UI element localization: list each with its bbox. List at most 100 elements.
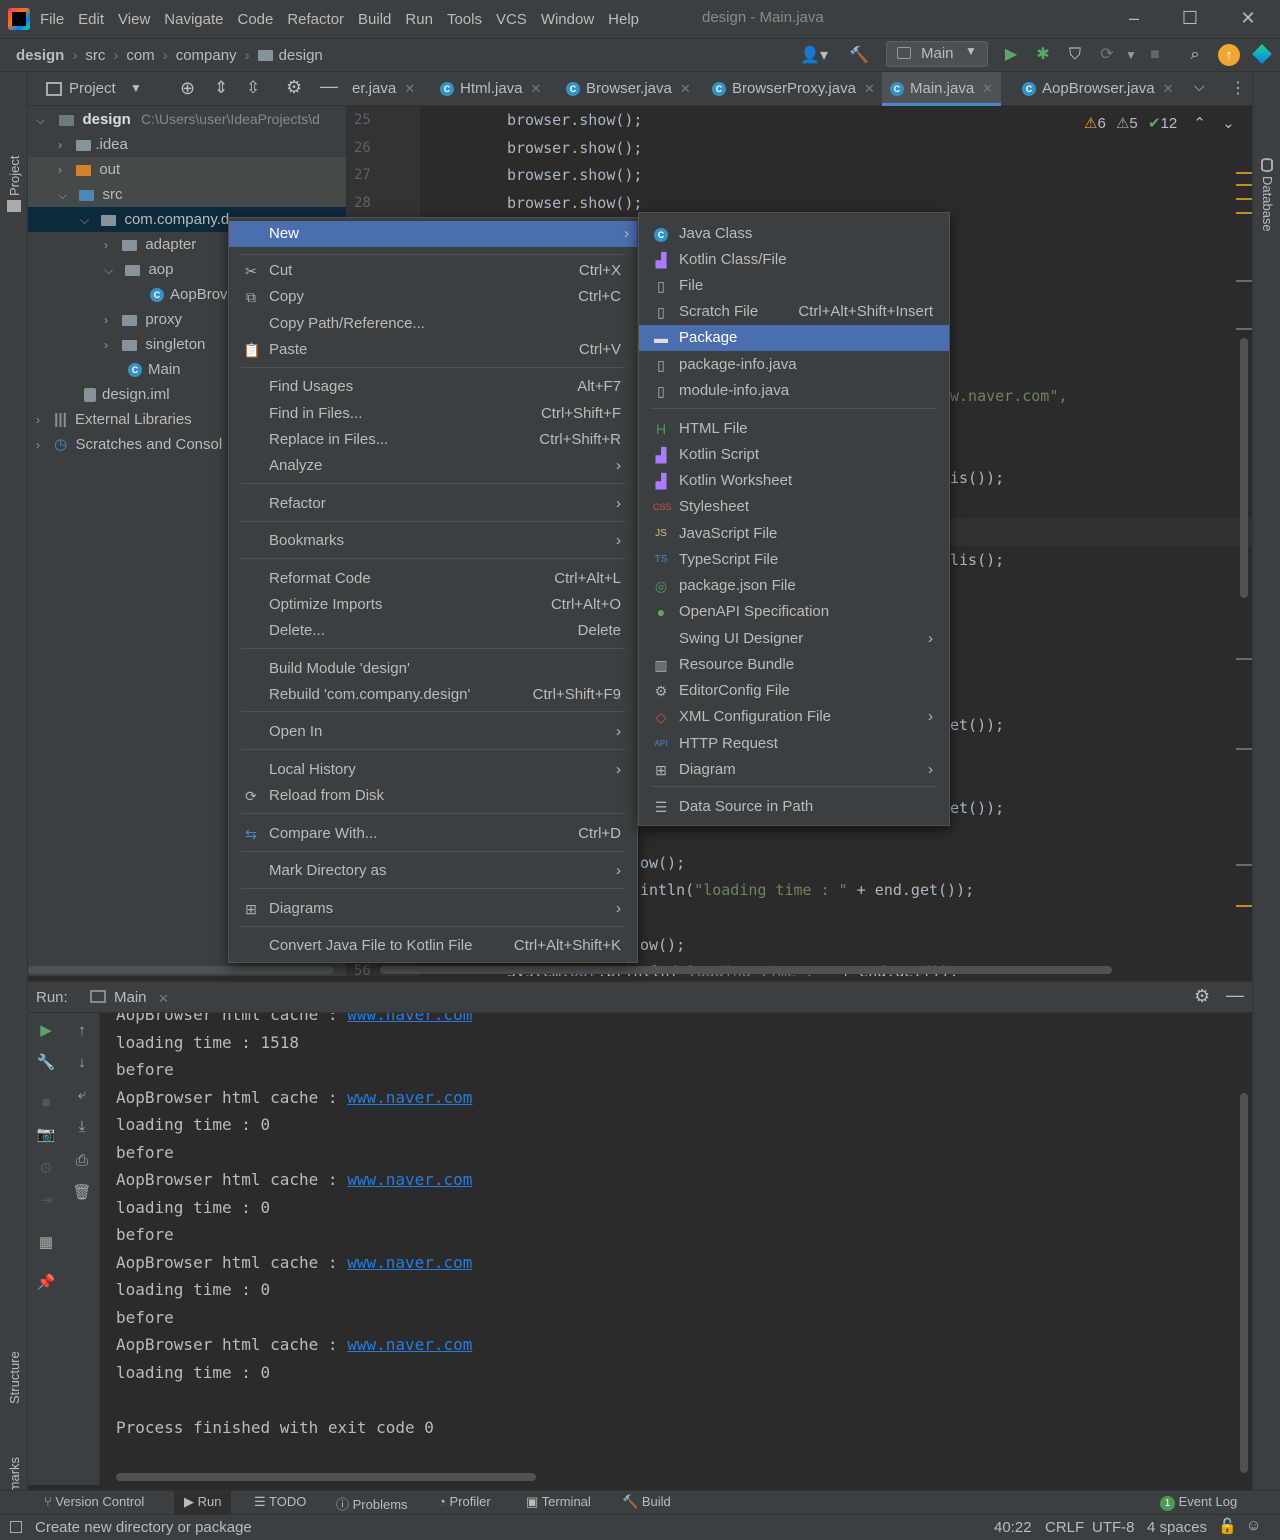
tool-terminal[interactable]: ▣ Terminal bbox=[526, 1494, 591, 1510]
new-html-file[interactable]: H HTML File bbox=[651, 416, 937, 442]
menu-item-analyze[interactable]: Analyze › bbox=[241, 453, 625, 479]
tree-item-scratches[interactable]: › ◷ Scratches and Consol bbox=[36, 432, 222, 457]
scroll-to-end-icon[interactable]: ⤓ bbox=[72, 1117, 92, 1137]
new-xml-config[interactable]: ◇ XML Configuration File › bbox=[651, 704, 937, 730]
new-java-class[interactable]: C Java Class bbox=[651, 221, 937, 247]
menu-item-find-in-files[interactable]: Find in Files... Ctrl+Shift+F bbox=[241, 401, 625, 427]
wrench-icon[interactable]: 🔧 bbox=[36, 1053, 56, 1073]
menu-item-find-usages[interactable]: Find Usages Alt+F7 bbox=[241, 374, 625, 400]
tab-aopbrowser-java[interactable]: C AopBrowser.java ✕ bbox=[1022, 72, 1173, 106]
inspection-widget[interactable]: ⚠6 ⚠5 ✔12 ⌃ ⌄ bbox=[1084, 114, 1235, 132]
new-diagram[interactable]: ⊞ Diagram › bbox=[651, 757, 937, 783]
coverage-icon[interactable]: ⛉ bbox=[1064, 44, 1086, 66]
close-icon[interactable]: ✕ bbox=[404, 81, 415, 96]
project-tool-button[interactable]: Project bbox=[7, 156, 22, 196]
tree-item-proxy[interactable]: › proxy bbox=[104, 307, 182, 332]
menu-item-build-module[interactable]: Build Module 'design' bbox=[241, 656, 625, 682]
breadcrumb-src[interactable]: src bbox=[85, 47, 105, 64]
menu-build[interactable]: Build bbox=[358, 11, 391, 28]
menu-item-refactor[interactable]: Refactor › bbox=[241, 491, 625, 517]
tab-er-java[interactable]: er.java ✕ bbox=[352, 72, 415, 106]
new-package[interactable]: ▬ Package bbox=[639, 325, 949, 351]
file-encoding[interactable]: UTF-8 bbox=[1092, 1519, 1135, 1536]
settings-run-icon[interactable]: ⚙ bbox=[36, 1159, 56, 1179]
console-link[interactable]: www.naver.com bbox=[347, 1253, 472, 1272]
hide-icon[interactable]: — bbox=[1226, 985, 1244, 1006]
scroll-down-icon[interactable]: ↓ bbox=[72, 1053, 92, 1073]
new-resource-bundle[interactable]: ▥ Resource Bundle bbox=[651, 652, 937, 678]
close-icon[interactable]: ✕ bbox=[982, 81, 993, 96]
menu-item-diagrams[interactable]: ⊞ Diagrams › bbox=[241, 896, 625, 922]
new-openapi-spec[interactable]: ● OpenAPI Specification bbox=[651, 599, 937, 625]
tree-item-out[interactable]: › out bbox=[58, 157, 120, 182]
close-icon[interactable]: ✕ bbox=[531, 81, 542, 96]
warning-stripe[interactable] bbox=[1236, 658, 1252, 660]
tool-build[interactable]: 🔨 Build bbox=[622, 1494, 671, 1510]
gear-icon[interactable]: ⚙ bbox=[1194, 986, 1210, 1007]
tool-run[interactable]: ▶ Run bbox=[174, 1491, 232, 1514]
warning-stripe[interactable] bbox=[1236, 905, 1252, 907]
menu-item-mark-directory-as[interactable]: Mark Directory as › bbox=[241, 858, 625, 884]
search-icon[interactable]: ⌕ bbox=[1184, 44, 1206, 66]
minimize-icon[interactable]: – bbox=[1124, 8, 1144, 28]
toggle-tool-windows-icon[interactable] bbox=[10, 1521, 22, 1533]
console-link[interactable]: www.naver.com bbox=[347, 1088, 472, 1107]
menu-item-convert-to-kotlin[interactable]: Convert Java File to Kotlin File Ctrl+Alt… bbox=[241, 933, 625, 959]
stop-icon[interactable]: ■ bbox=[36, 1093, 56, 1113]
editor-vertical-scrollbar[interactable] bbox=[1240, 338, 1248, 598]
warning-stripe[interactable] bbox=[1236, 212, 1252, 214]
new-package-info[interactable]: ▯ package-info.java bbox=[651, 352, 937, 378]
gear-icon[interactable]: ⚙ bbox=[286, 77, 302, 98]
console-horizontal-scrollbar[interactable] bbox=[116, 1473, 536, 1481]
more-options-icon[interactable]: ⋮ bbox=[1230, 78, 1246, 98]
new-data-source[interactable]: ☰ Data Source in Path bbox=[651, 794, 937, 820]
menu-item-delete[interactable]: Delete... Delete bbox=[241, 618, 625, 644]
menu-code[interactable]: Code bbox=[237, 11, 273, 28]
tree-item-adapter[interactable]: › adapter bbox=[104, 232, 196, 257]
menu-refactor[interactable]: Refactor bbox=[287, 11, 344, 28]
soft-wrap-icon[interactable]: ⤶ bbox=[72, 1085, 92, 1105]
console-link[interactable]: www.naver.com bbox=[347, 1170, 472, 1189]
tab-browser-java[interactable]: C Browser.java ✕ bbox=[566, 72, 691, 106]
warning-stripe[interactable] bbox=[1236, 864, 1252, 866]
menu-tools[interactable]: Tools bbox=[447, 11, 482, 28]
tool-event-log[interactable]: 1 Event Log bbox=[1160, 1494, 1237, 1511]
breadcrumb-design-package[interactable]: design bbox=[279, 47, 323, 64]
tab-browserproxy-java[interactable]: C BrowserProxy.java ✕ bbox=[712, 72, 875, 106]
breadcrumb-company[interactable]: company bbox=[176, 47, 237, 64]
menu-item-compare-with[interactable]: ⇆ Compare With... Ctrl+D bbox=[241, 821, 625, 847]
warning-stripe[interactable] bbox=[1236, 328, 1252, 330]
stop-icon[interactable]: ■ bbox=[1144, 44, 1166, 66]
scroll-up-icon[interactable]: ↑ bbox=[72, 1021, 92, 1041]
layout-icon[interactable]: ▦ bbox=[36, 1233, 56, 1253]
menu-item-replace-in-files[interactable]: Replace in Files... Ctrl+Shift+R bbox=[241, 427, 625, 453]
close-icon[interactable]: ✕ bbox=[680, 81, 691, 96]
close-icon[interactable]: ✕ bbox=[158, 991, 169, 1007]
rerun-icon[interactable]: ▶ bbox=[36, 1021, 56, 1041]
tabs-dropdown-icon[interactable]: ⌵ bbox=[1194, 78, 1205, 95]
console-output[interactable]: AopBrowser html cache : www.naver.com lo… bbox=[100, 1013, 1252, 1485]
menu-item-optimize-imports[interactable]: Optimize Imports Ctrl+Alt+O bbox=[241, 592, 625, 618]
warning-stripe[interactable] bbox=[1236, 198, 1252, 200]
pin-icon[interactable]: 📌 bbox=[36, 1273, 56, 1293]
close-icon[interactable]: ✕ bbox=[864, 81, 875, 96]
new-stylesheet[interactable]: CSS Stylesheet bbox=[651, 494, 937, 520]
breadcrumb-com[interactable]: com bbox=[126, 47, 154, 64]
project-horizontal-scrollbar[interactable] bbox=[28, 966, 334, 974]
menu-item-open-in[interactable]: Open In › bbox=[241, 719, 625, 745]
tool-todo[interactable]: ☰ TODO bbox=[254, 1494, 306, 1510]
print-icon[interactable]: ⎙ bbox=[72, 1151, 92, 1171]
tree-item-aop[interactable]: ⌵ aop bbox=[104, 257, 173, 282]
hide-icon[interactable]: — bbox=[320, 76, 338, 97]
caret-position[interactable]: 40:22 bbox=[994, 1519, 1032, 1536]
menu-item-bookmarks[interactable]: Bookmarks › bbox=[241, 528, 625, 554]
console-link[interactable]: www.naver.com bbox=[347, 1335, 472, 1354]
tree-item-external-libraries[interactable]: › ||| External Libraries bbox=[36, 407, 192, 432]
unlock-icon[interactable]: 🔓 bbox=[1218, 1517, 1237, 1535]
menu-edit[interactable]: Edit bbox=[78, 11, 104, 28]
new-editorconfig[interactable]: ⚙ EditorConfig File bbox=[651, 678, 937, 704]
build-hammer-icon[interactable]: 🔨 bbox=[848, 45, 870, 67]
previous-highlight-icon[interactable]: ⌃ bbox=[1193, 115, 1206, 132]
warning-stripe[interactable] bbox=[1236, 280, 1252, 282]
warning-stripe[interactable] bbox=[1236, 184, 1252, 186]
